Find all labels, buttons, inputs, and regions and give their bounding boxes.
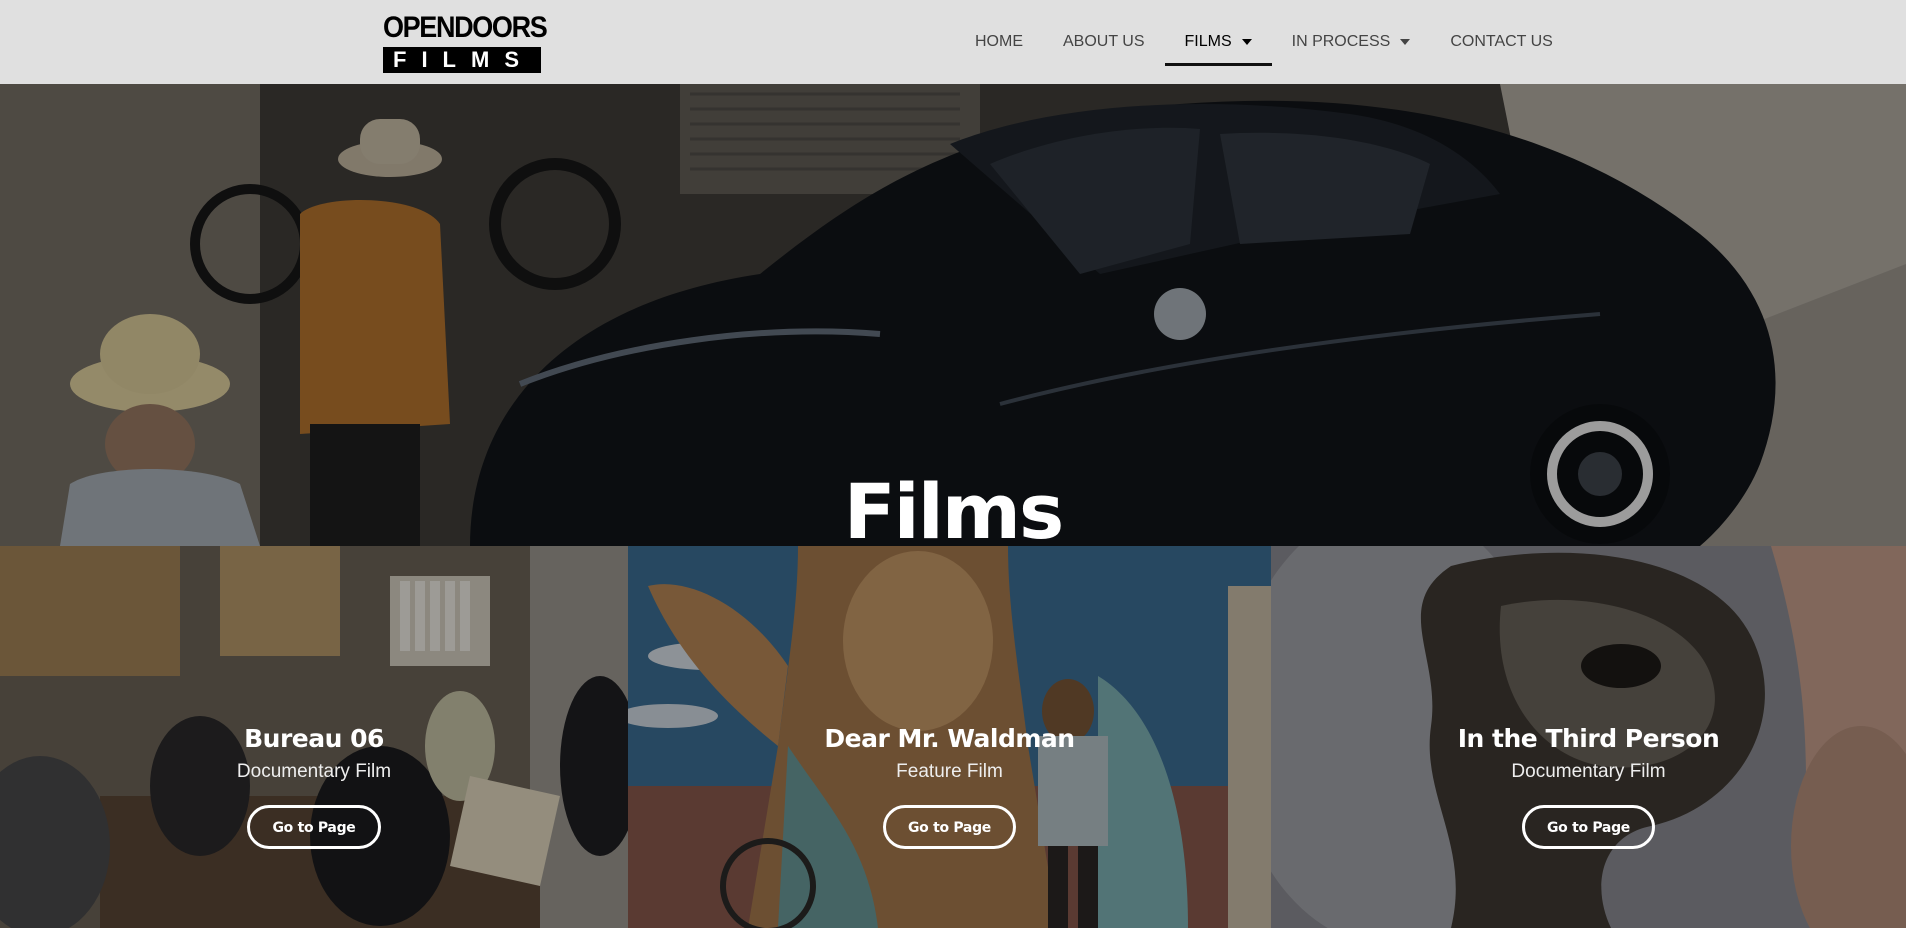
film-type: Documentary Film xyxy=(1511,761,1666,782)
nav-label: ABOUT US xyxy=(1063,33,1145,50)
go-to-page-button[interactable]: Go to Page xyxy=(247,805,381,849)
opendoors-films-logo[interactable]: OPENDOORS FILMS xyxy=(383,11,548,73)
film-card-bureau-06: Bureau 06 Documentary Film Go to Page xyxy=(0,546,628,928)
nav-label: CONTACT US xyxy=(1450,33,1553,50)
logo-line-2: FILMS xyxy=(383,47,541,73)
nav-item-contact-us[interactable]: CONTACT US xyxy=(1430,0,1573,84)
films-grid: Bureau 06 Documentary Film Go to Page De… xyxy=(0,546,1906,928)
film-title: Dear Mr. Waldman xyxy=(824,724,1075,753)
film-card-dear-mr-waldman: Dear Mr. Waldman Feature Film Go to Page xyxy=(628,546,1271,928)
nav-item-home[interactable]: HOME xyxy=(955,0,1043,84)
hero-banner: Films xyxy=(0,84,1906,546)
page-title: Films xyxy=(843,467,1064,547)
nav-label: IN PROCESS xyxy=(1291,33,1391,50)
go-to-page-button[interactable]: Go to Page xyxy=(882,805,1017,849)
film-card-in-the-third-person: In the Third Person Documentary Film Go … xyxy=(1271,546,1906,928)
nav-item-about-us[interactable]: ABOUT US xyxy=(1043,0,1165,84)
film-type: Documentary Film xyxy=(236,761,392,782)
site-header: OPENDOORS FILMS HOME ABOUT US FILMS IN P… xyxy=(0,0,1906,84)
main-nav: HOME ABOUT US FILMS IN PROCESS CONTACT U… xyxy=(955,0,1573,84)
go-to-page-button[interactable]: Go to Page xyxy=(1521,805,1656,849)
nav-label: HOME xyxy=(975,33,1023,50)
film-title: Bureau 06 xyxy=(244,724,384,753)
logo-line-1: OPENDOORS xyxy=(383,11,548,44)
nav-item-films[interactable]: FILMS xyxy=(1164,0,1272,84)
nav-item-in-process[interactable]: IN PROCESS xyxy=(1272,0,1431,84)
caret-down-icon xyxy=(1400,39,1411,45)
nav-label: FILMS xyxy=(1184,33,1232,50)
film-title: In the Third Person xyxy=(1457,724,1720,753)
film-type: Feature Film xyxy=(896,761,1003,782)
caret-down-icon xyxy=(1241,39,1252,45)
